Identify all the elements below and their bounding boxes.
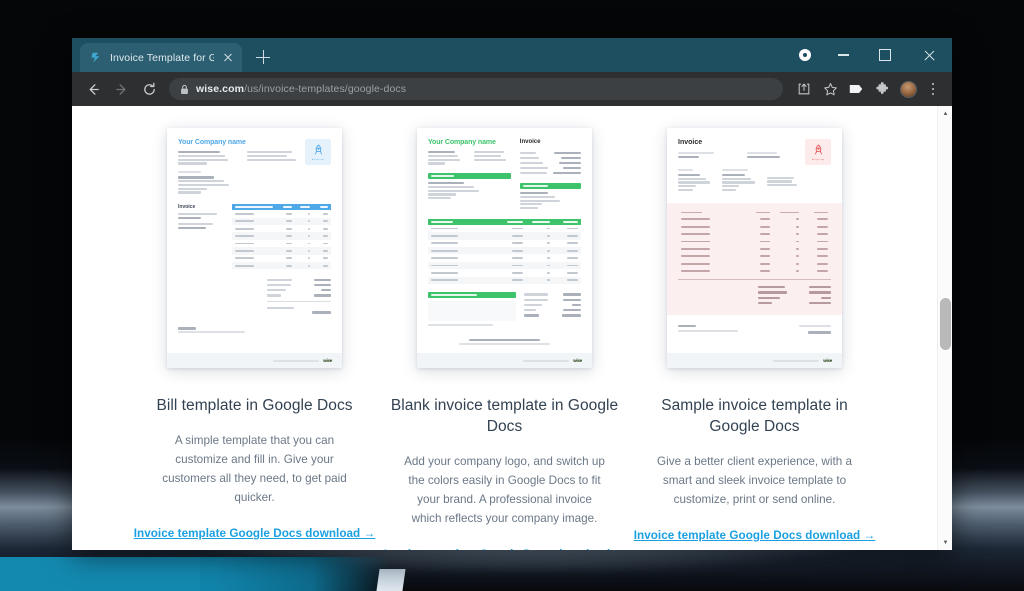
desktop-taskbar-strip <box>0 557 200 591</box>
invoice-preview-blue: Your Company name Add your logo Invoice … <box>167 128 342 368</box>
maximize-icon[interactable] <box>864 38 906 72</box>
preview-logo-placeholder: Add your logo <box>305 139 331 165</box>
template-card: Invoice Add your logo wise Sample invoic… <box>630 128 880 550</box>
preview-wise-brand: wise <box>823 358 832 363</box>
wise-logo-icon <box>90 51 103 64</box>
card-description: A simple template that you can customize… <box>162 433 347 505</box>
template-card: Your Company name <box>380 128 630 550</box>
preview-company-name: Your Company name <box>428 139 496 146</box>
template-card: Your Company name <box>130 128 380 550</box>
preview-wise-brand: wise <box>323 358 332 363</box>
preview-totals <box>266 277 331 315</box>
invoice-preview-red: Invoice Add your logo wise <box>667 128 842 368</box>
page-content: Your Company name Add your logo Invoice … <box>72 106 937 550</box>
address-bar[interactable]: wise.com/us/invoice-templates/google-doc… <box>169 78 783 100</box>
invoice-preview-thumbnail[interactable]: Your Company name <box>167 128 342 368</box>
reload-icon[interactable] <box>136 76 162 102</box>
template-card-list: Your Company name Add your logo Invoice … <box>72 128 937 550</box>
invoice-preview-green: Your Company name Invoice wise <box>417 128 592 368</box>
preview-company-name: Invoice <box>678 139 703 146</box>
download-link[interactable]: Invoice template Google Docs download → <box>134 527 376 540</box>
card-description: Add your company logo, and switch up the… <box>404 454 605 526</box>
invoice-preview-thumbnail[interactable]: Your Company name <box>417 128 592 368</box>
star-icon[interactable] <box>818 77 842 101</box>
preview-line-items-table <box>231 204 331 270</box>
tab-invoice-template[interactable]: Invoice Template for Google Doc <box>80 43 242 72</box>
preview-section-label: Invoice <box>178 204 196 211</box>
tab-title: Invoice Template for Google Doc <box>110 51 214 64</box>
preview-company-name: Your Company name <box>178 139 246 146</box>
card-title: Sample invoice template in Google Docs <box>661 397 848 435</box>
window-controls <box>788 38 952 72</box>
tag-icon[interactable] <box>844 77 868 101</box>
scroll-up-arrow-icon[interactable]: ▲ <box>938 106 952 121</box>
share-icon[interactable] <box>792 77 816 101</box>
preview-line-items-table <box>678 210 831 275</box>
url-domain: wise.com <box>196 83 245 95</box>
scroll-thumb[interactable] <box>940 298 951 350</box>
preview-section-label: Invoice <box>519 139 541 145</box>
preview-line-items-table <box>428 218 581 284</box>
scroll-down-arrow-icon[interactable]: ▼ <box>938 535 952 550</box>
preview-logo-placeholder: Add your logo <box>805 139 831 165</box>
preview-totals <box>757 285 831 306</box>
preview-footer: wise <box>167 353 342 368</box>
card-title: Bill template in Google Docs <box>156 397 353 414</box>
preview-footer: wise <box>417 353 592 368</box>
page-scrollbar[interactable]: ▲ ▼ <box>937 106 952 550</box>
minimize-icon[interactable] <box>822 38 864 72</box>
invoice-preview-thumbnail[interactable]: Invoice Add your logo wise <box>667 128 842 368</box>
preview-wise-brand: wise <box>573 358 582 363</box>
desktop-wallpaper-sliver <box>376 569 406 591</box>
avatar <box>899 80 917 98</box>
window-close-icon[interactable] <box>906 38 952 72</box>
kebab-menu-icon[interactable] <box>922 77 944 101</box>
preview-footer: wise <box>667 353 842 368</box>
browser-toolbar: wise.com/us/invoice-templates/google-doc… <box>72 72 952 106</box>
preview-totals <box>523 292 581 328</box>
download-link[interactable]: Invoice template Google Docs download → <box>634 529 876 542</box>
tab-close-icon[interactable] <box>221 51 234 64</box>
record-dot-icon[interactable] <box>788 38 822 72</box>
card-title: Blank invoice template in Google Docs <box>390 397 619 435</box>
url-text: wise.com/us/invoice-templates/google-doc… <box>196 83 406 95</box>
card-description: Give a better client experience, with a … <box>657 454 852 506</box>
avatar-icon[interactable] <box>896 77 920 101</box>
back-arrow-icon[interactable] <box>80 76 106 102</box>
lock-icon <box>180 84 189 95</box>
new-tab-button[interactable] <box>250 44 276 70</box>
download-link[interactable]: Invoice template Google Docs download → <box>384 548 626 550</box>
forward-arrow-icon[interactable] <box>108 76 134 102</box>
desktop: Invoice Template for Google Doc <box>0 0 1024 591</box>
page-viewport: Your Company name Add your logo Invoice … <box>72 106 952 550</box>
puzzle-piece-icon[interactable] <box>870 77 894 101</box>
url-path: /us/invoice-templates/google-docs <box>244 83 407 95</box>
tab-strip: Invoice Template for Google Doc <box>72 38 952 72</box>
browser-window: Invoice Template for Google Doc <box>72 38 952 550</box>
